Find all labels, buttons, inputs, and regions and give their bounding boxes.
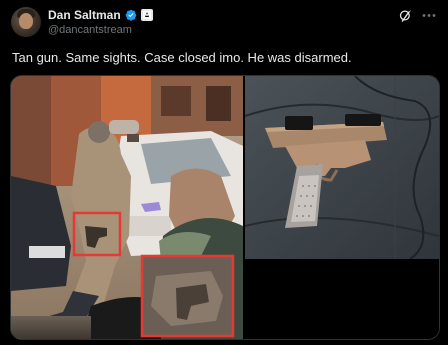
handgun-image[interactable] bbox=[245, 76, 439, 259]
author-name-row: Dan Saltman bbox=[48, 8, 153, 22]
more-options-icon[interactable] bbox=[421, 8, 437, 23]
tweet-media[interactable] bbox=[10, 75, 440, 340]
author-handle[interactable]: @dancantstream bbox=[48, 24, 132, 36]
grok-icon[interactable] bbox=[398, 8, 413, 23]
tweet-card: Dan Saltman @dancantstream Tan gun. Same… bbox=[0, 0, 448, 345]
author-name[interactable]: Dan Saltman bbox=[48, 8, 121, 22]
media-empty-area bbox=[245, 259, 439, 339]
street-scene-image[interactable] bbox=[11, 76, 243, 339]
author-avatar[interactable] bbox=[11, 7, 41, 37]
affiliate-badge-icon[interactable] bbox=[140, 9, 153, 21]
verified-badge-icon[interactable] bbox=[125, 9, 137, 21]
tweet-text: Tan gun. Same sights. Case closed imo. H… bbox=[12, 50, 352, 65]
